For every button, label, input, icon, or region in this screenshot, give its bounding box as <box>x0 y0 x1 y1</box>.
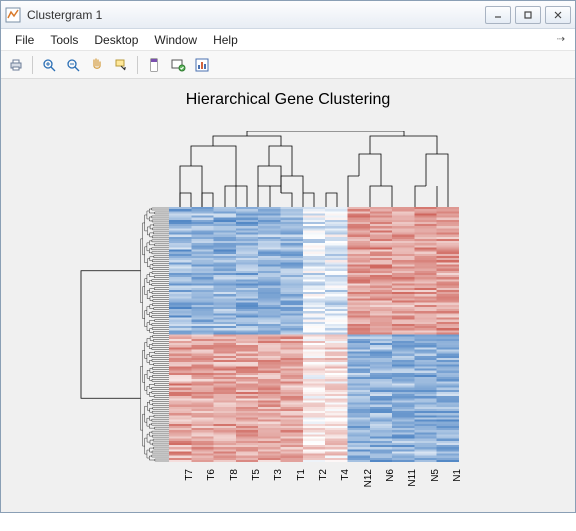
print-icon[interactable] <box>5 54 27 76</box>
pan-icon[interactable] <box>86 54 108 76</box>
maximize-button[interactable] <box>515 6 541 24</box>
column-labels: T7T6T8T5T3T1T2T4N12N6N11N5N1 <box>169 465 459 525</box>
column-label: T7 <box>184 469 195 509</box>
minimize-button[interactable] <box>485 6 511 24</box>
data-cursor-icon[interactable] <box>110 54 132 76</box>
menu-tools[interactable]: Tools <box>42 31 86 49</box>
column-label: T8 <box>229 469 240 509</box>
column-label: T5 <box>251 469 262 509</box>
toolbar-separator <box>137 56 138 74</box>
column-label: T2 <box>318 469 329 509</box>
close-button[interactable] <box>545 6 571 24</box>
row-dendrogram <box>79 207 169 462</box>
column-label: T3 <box>273 469 284 509</box>
menubar: File Tools Desktop Window Help ⇢ <box>1 29 575 51</box>
window-controls <box>485 6 571 24</box>
column-label: T4 <box>340 469 351 509</box>
column-dendrogram <box>169 131 459 207</box>
annotate-icon[interactable] <box>167 54 189 76</box>
dock-corner-icon[interactable]: ⇢ <box>557 34 569 45</box>
toolbar-separator <box>32 56 33 74</box>
column-label: N12 <box>363 469 374 509</box>
app-window: Clustergram 1 File Tools Desktop Window … <box>0 0 576 513</box>
menu-desktop[interactable]: Desktop <box>86 31 146 49</box>
menu-file[interactable]: File <box>7 31 42 49</box>
zoom-out-icon[interactable] <box>62 54 84 76</box>
column-label: N1 <box>452 469 463 509</box>
menu-help[interactable]: Help <box>205 31 246 49</box>
column-label: N6 <box>385 469 396 509</box>
column-label: N5 <box>430 469 441 509</box>
show-plot-icon[interactable] <box>191 54 213 76</box>
window-title: Clustergram 1 <box>27 8 485 22</box>
insert-colorbar-icon[interactable] <box>143 54 165 76</box>
column-label: T6 <box>206 469 217 509</box>
titlebar: Clustergram 1 <box>1 1 575 29</box>
heatmap[interactable] <box>169 207 459 462</box>
toolbar <box>1 51 575 79</box>
figure-area: Hierarchical Gene Clustering <box>1 79 575 512</box>
column-label: N11 <box>407 469 418 509</box>
chart-title: Hierarchical Gene Clustering <box>1 91 575 109</box>
clustergram-container: T7 T6 T8 T5 T3 T1 T2 T4 N12 N6 N11 N5 N1 <box>79 131 549 531</box>
column-label: T1 <box>296 469 307 509</box>
app-icon <box>5 7 21 23</box>
menu-window[interactable]: Window <box>146 31 205 49</box>
zoom-in-icon[interactable] <box>38 54 60 76</box>
